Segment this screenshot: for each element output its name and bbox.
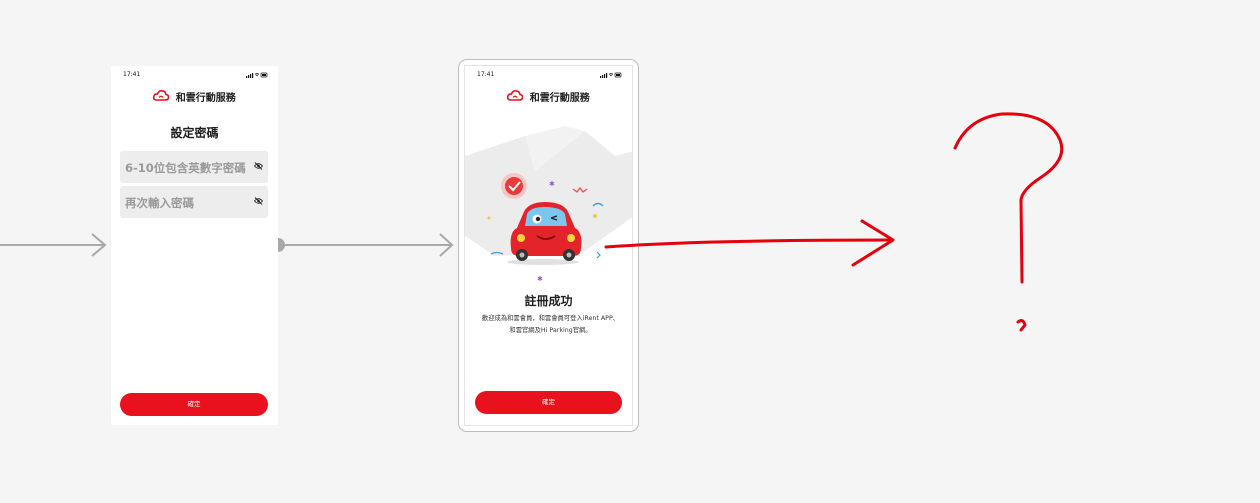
annotation-overlay: ?	[604, 112, 1241, 499]
question-mark-drawing	[953, 112, 1064, 332]
annotation-question-text: ?	[1240, 497, 1241, 499]
annotation-arrow	[604, 219, 895, 267]
